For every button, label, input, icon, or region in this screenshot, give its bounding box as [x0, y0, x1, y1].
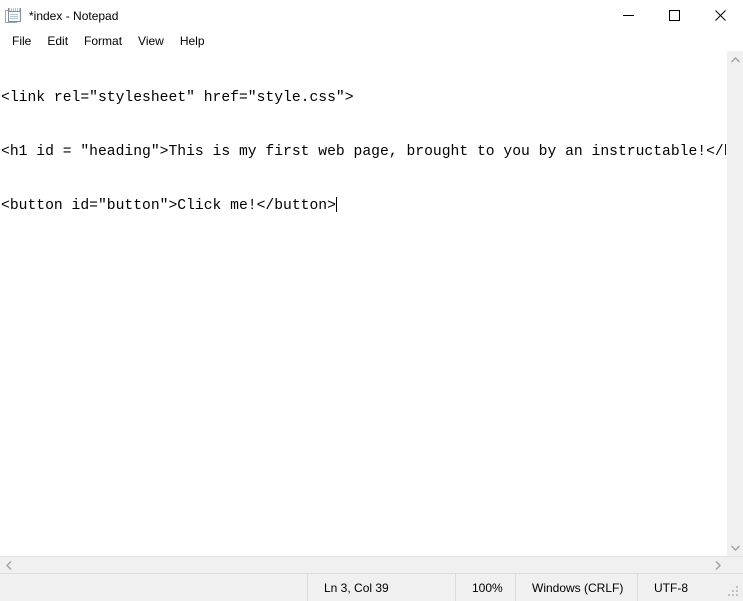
minimize-icon: [622, 15, 634, 16]
scroll-down-button[interactable]: [727, 539, 743, 556]
status-line-ending: Windows (CRLF): [515, 574, 637, 601]
window-controls: [605, 0, 743, 31]
editor-row: <link rel="stylesheet" href="style.css">…: [0, 51, 743, 556]
code-line-with-caret: <button id="button">Click me!</button>: [1, 197, 726, 215]
horizontal-scrollbar[interactable]: [0, 556, 743, 574]
vertical-scroll-track[interactable]: [726, 68, 743, 539]
chevron-up-icon: [730, 56, 740, 62]
close-button[interactable]: [697, 0, 743, 31]
notepad-icon: [5, 7, 22, 24]
code-content: <link rel="stylesheet" href="style.css">…: [0, 51, 726, 251]
status-bar-spacer: [0, 574, 307, 601]
code-line-text: <button id="button">Click me!</button>: [1, 198, 336, 214]
maximize-button[interactable]: [651, 0, 697, 31]
text-caret: [335, 197, 337, 212]
chevron-right-icon: [715, 560, 721, 570]
window-title: *index - Notepad: [29, 8, 119, 23]
resize-grip-icon[interactable]: [728, 586, 740, 598]
status-bar: Ln 3, Col 39 100% Windows (CRLF) UTF-8: [0, 573, 743, 601]
chevron-left-icon: [5, 560, 11, 570]
minimize-button[interactable]: [605, 0, 651, 31]
close-icon: [714, 10, 726, 21]
maximize-icon: [668, 10, 680, 21]
chevron-down-icon: [730, 545, 740, 551]
scrollbar-corner: [726, 556, 743, 574]
scroll-left-button[interactable]: [0, 557, 17, 574]
menu-item-format[interactable]: Format: [76, 33, 130, 50]
status-zoom-level[interactable]: 100%: [455, 574, 515, 601]
scroll-up-button[interactable]: [727, 51, 743, 68]
menu-bar: File Edit Format View Help: [0, 31, 743, 51]
menu-item-edit[interactable]: Edit: [39, 33, 76, 50]
code-line: <h1 id = "heading">This is my first web …: [1, 144, 726, 160]
vertical-scrollbar[interactable]: [726, 51, 743, 556]
menu-item-file[interactable]: File: [4, 33, 39, 50]
horizontal-scroll-track[interactable]: [17, 557, 709, 574]
title-bar-left: *index - Notepad: [0, 7, 118, 24]
editor-area: <link rel="stylesheet" href="style.css">…: [0, 51, 743, 574]
scroll-right-button[interactable]: [709, 557, 726, 574]
code-line: <link rel="stylesheet" href="style.css">: [1, 90, 354, 106]
menu-item-help[interactable]: Help: [172, 33, 213, 50]
menu-item-view[interactable]: View: [130, 33, 172, 50]
status-cursor-position: Ln 3, Col 39: [307, 574, 455, 601]
text-input-area[interactable]: <link rel="stylesheet" href="style.css">…: [0, 51, 726, 556]
title-bar[interactable]: *index - Notepad: [0, 0, 743, 31]
notepad-window: *index - Notepad File Edit Format View H…: [0, 0, 743, 601]
